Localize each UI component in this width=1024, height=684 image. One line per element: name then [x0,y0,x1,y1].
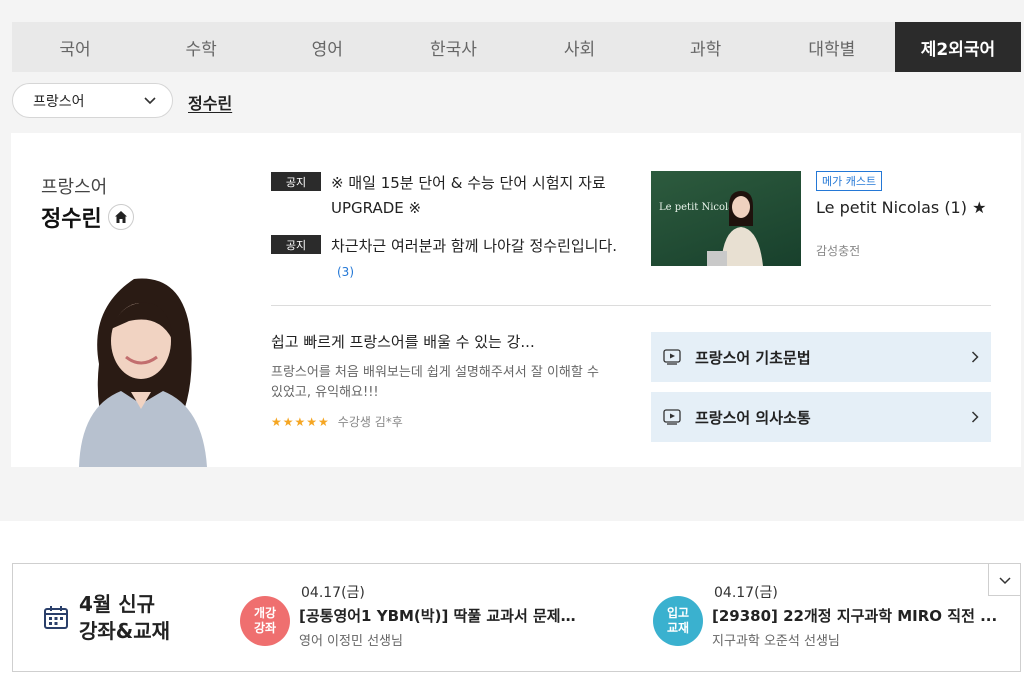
chevron-down-icon [998,570,1011,589]
tab-second-language[interactable]: 제2외국어 [894,22,1021,72]
notice-item[interactable]: 공지 차근차근 여러분과 함께 나아갈 정수린입니다. (3) [271,234,621,285]
tab-science[interactable]: 과학 [643,22,769,72]
video-person-illustration [707,191,763,266]
new-courses-box: 4월 신규 강좌&교재 개강 강좌 04.17(금) [공통영어1 YBM(박)]… [12,563,1021,672]
new-item-title: [공통영어1 YBM(박)] 딱풀 교과서 문제풀이 [299,607,587,625]
new-title-line1: 4월 신규 [79,592,156,616]
new-section-title: 4월 신규 강좌&교재 [79,591,170,645]
play-icon [663,349,683,365]
tab-social[interactable]: 사회 [517,22,643,72]
notice-text: 차근차근 여러분과 함께 나아갈 정수린입니다. (3) [331,234,621,285]
new-item-date: 04.17(금) [301,585,365,601]
chevron-down-icon [144,93,156,109]
course-button-basic-grammar[interactable]: 프랑스어 기초문법 [651,332,991,382]
tab-korean-history[interactable]: 한국사 [390,22,516,72]
new-item[interactable]: 개강 강좌 04.17(금) [공통영어1 YBM(박)] 딱풀 교과서 문제풀이… [240,578,587,658]
notice-text: ※ 매일 15분 단어 & 수능 단어 시험지 자료 UPGRADE ※ [331,171,621,221]
calendar-icon [44,606,68,629]
language-select-value: 프랑스어 [33,93,85,110]
tab-english[interactable]: 영어 [264,22,390,72]
home-icon[interactable] [107,204,134,230]
rating-stars: ★★★★★ [271,414,330,429]
course-label: 프랑스어 기초문법 [695,348,811,367]
notice-badge: 공지 [271,172,321,191]
teacher-name-text: 정수린 [41,207,102,232]
new-item-teacher: 영어 이정민 선생님 [299,634,403,649]
divider [271,305,991,306]
badge-line1: 입고 [666,606,690,620]
tab-korean[interactable]: 국어 [12,22,138,72]
badge-line2: 강좌 [253,621,277,635]
chevron-right-icon [971,408,979,427]
new-item-date: 04.17(금) [714,585,778,601]
tab-university[interactable]: 대학별 [769,22,895,72]
badge-line1: 개강 [253,606,277,620]
new-item-teacher: 지구과학 오준석 선생님 [712,634,840,649]
language-select[interactable]: 프랑스어 [12,83,173,118]
teacher-portrait [79,278,207,467]
notice-badge: 공지 [271,235,321,254]
expand-button[interactable] [988,564,1020,596]
tab-math[interactable]: 수학 [138,22,264,72]
course-label: 프랑스어 의사소통 [695,408,811,427]
teacher-link[interactable]: 정수린 [188,90,232,114]
new-item[interactable]: 입고 교재 04.17(금) [29380] 22개정 지구과학 MIRO 직전 … [653,578,997,658]
new-item-badge: 개강 강좌 [240,596,290,646]
teacher-card: 프랑스어 정수린 공지 ※ 매일 15분 단어 & 수능 단어 시험지 자료 U… [11,133,1021,467]
new-item-badge: 입고 교재 [653,596,703,646]
review-meta: ★★★★★ 수강생 김*후 [271,413,403,430]
teacher-subject: 프랑스어 [41,177,108,198]
megacast-badge: 메가 캐스트 [816,171,883,191]
notice-item[interactable]: 공지 ※ 매일 15분 단어 & 수능 단어 시험지 자료 UPGRADE ※ [271,171,621,221]
course-button-communication[interactable]: 프랑스어 의사소통 [651,392,991,442]
comment-count: (3) [337,265,354,279]
megacast-title[interactable]: Le petit Nicolas (1) ★ [816,197,996,219]
notice-title: ※ 매일 15분 단어 & 수능 단어 시험지 자료 UPGRADE ※ [331,174,606,217]
notice-title: 차근차근 여러분과 함께 나아갈 정수린입니다. [331,237,618,255]
teacher-name: 정수린 [41,201,134,233]
new-title-line2: 강좌&교재 [79,619,171,643]
review-body: 프랑스어를 처음 배워보는데 쉽게 설명해주셔서 잘 이해할 수 있었고, 유익… [271,365,599,400]
megacast-subtitle: 감성충전 [816,244,861,258]
subject-tabs: 국어 수학 영어 한국사 사회 과학 대학별 제2외국어 [12,22,1021,72]
play-icon [663,409,683,425]
review-author: 수강생 김*후 [337,415,403,429]
new-item-title: [29380] 22개정 지구과학 MIRO 직전 ... [712,607,998,625]
review-title[interactable]: 쉽고 빠르게 프랑스어를 배울 수 있는 강... [271,331,611,352]
badge-line2: 교재 [666,621,690,635]
chevron-right-icon [971,348,979,367]
megacast-thumbnail[interactable]: Le petit Nicolas [651,171,801,266]
